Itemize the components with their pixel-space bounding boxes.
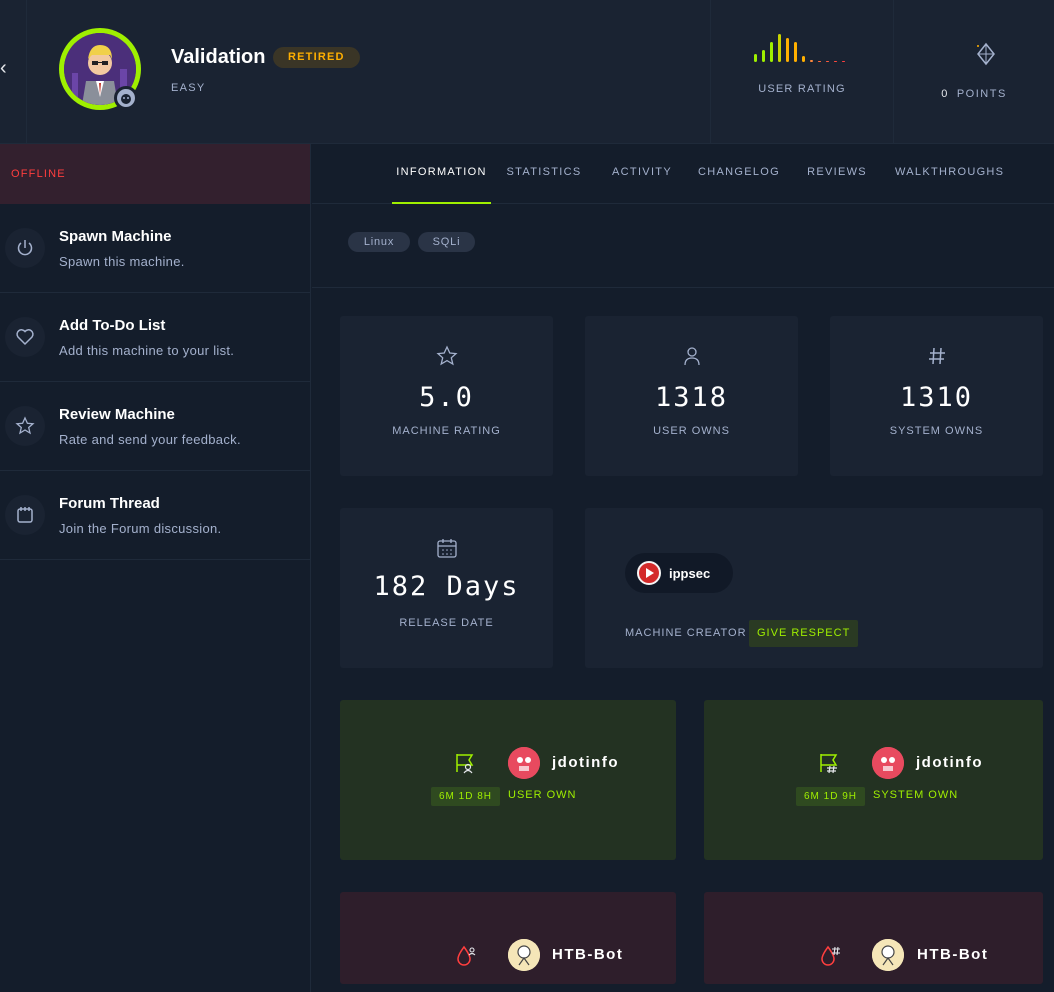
linux-os-icon [114, 86, 138, 110]
machine-tags: Linux SQLi [312, 204, 1054, 288]
header-divider [893, 0, 894, 144]
blood-drop-system-icon [820, 944, 842, 966]
tab-reviews[interactable]: REVIEWS [805, 144, 869, 204]
power-icon [5, 228, 45, 268]
tab-statistics[interactable]: STATISTICS [502, 144, 586, 204]
tab-changelog[interactable]: CHANGELOG [697, 144, 781, 204]
sidebar-item-subtitle: Join the Forum discussion. [59, 521, 222, 536]
heart-icon [5, 317, 45, 357]
creator-name: ippsec [669, 566, 711, 581]
tab-activity[interactable]: ACTIVITY [607, 144, 677, 204]
jdotinfo-avatar[interactable] [872, 747, 904, 779]
spawn-machine-button[interactable]: Spawn Machine Spawn this machine. [0, 204, 310, 293]
header-divider [710, 0, 711, 144]
sidebar-item-subtitle: Rate and send your feedback. [59, 432, 241, 447]
calendar-icon [435, 536, 459, 560]
rating-label: MACHINE RATING [392, 425, 501, 437]
blood-username[interactable]: jdotinfo [916, 754, 983, 771]
sidebar-item-title: Forum Thread [59, 495, 160, 512]
creator-profile-link[interactable]: ippsec [625, 553, 733, 593]
star-icon [5, 406, 45, 446]
release-label: RELEASE DATE [399, 617, 494, 629]
give-respect-button[interactable]: GIVE RESPECT [749, 620, 859, 647]
system-owns-label: SYSTEM OWNS [889, 425, 984, 437]
system-flag-icon [818, 752, 840, 774]
machine-status: OFFLINE [0, 144, 310, 204]
sidebar-item-title: Add To-Do List [59, 317, 166, 334]
user-blood-card: jdotinfo 6M 1D 8H USER OWN [340, 700, 676, 860]
points-diamond-icon [975, 42, 997, 66]
rating-value: 5.0 [419, 382, 474, 413]
tab-information[interactable]: INFORMATION [392, 144, 491, 204]
blood-time: 6M 1D 9H [796, 787, 866, 806]
creator-card: ippsec MACHINE CREATOR GIVE RESPECT [585, 508, 1043, 668]
review-machine-button[interactable]: Review Machine Rate and send your feedba… [0, 382, 310, 471]
sidebar-item-title: Review Machine [59, 406, 175, 423]
star-icon [435, 344, 459, 368]
retired-badge: RETIRED [273, 47, 360, 68]
header-divider [26, 0, 27, 144]
add-todo-button[interactable]: Add To-Do List Add this machine to your … [0, 293, 310, 382]
sidebar-item-title: Spawn Machine [59, 228, 172, 245]
blood-time: 6M 1D 8H [431, 787, 501, 806]
forum-thread-button[interactable]: Forum Thread Join the Forum discussion. [0, 471, 310, 560]
htb-bot-avatar[interactable] [508, 939, 540, 971]
machine-rating-card: 5.0 MACHINE RATING [340, 316, 553, 476]
difficulty-label: EASY [171, 82, 206, 94]
blood-username[interactable]: HTB-Bot [552, 946, 623, 963]
sidebar-item-subtitle: Add this machine to your list. [59, 343, 235, 358]
user-flag-icon [454, 752, 476, 774]
system-owns-card: 1310 SYSTEM OWNS [830, 316, 1043, 476]
points-value: 0 [941, 88, 949, 100]
machine-header: ‹ Validation RETIRED EASY USER RATING 0 … [0, 0, 1054, 144]
tag-sqli[interactable]: SQLi [418, 232, 475, 252]
forum-icon [5, 495, 45, 535]
points-label: POINTS [956, 88, 1007, 100]
user-blood-card: HTB-Bot [340, 892, 676, 984]
user-rating-label: USER RATING [758, 83, 846, 95]
creator-label: MACHINE CREATOR [625, 627, 747, 639]
system-owns-value: 1310 [899, 382, 974, 413]
tab-walkthroughs[interactable]: WALKTHROUGHS [895, 144, 1003, 204]
htb-bot-avatar[interactable] [872, 939, 904, 971]
blood-type: SYSTEM OWN [873, 789, 959, 801]
blood-username[interactable]: HTB-Bot [917, 946, 988, 963]
back-arrow-icon[interactable]: ‹ [0, 58, 12, 78]
points-display: 0 POINTS [894, 88, 1054, 100]
user-owns-card: 1318 USER OWNS [585, 316, 798, 476]
user-owns-label: USER OWNS [653, 425, 730, 437]
system-blood-card: jdotinfo 6M 1D 9H SYSTEM OWN [704, 700, 1043, 860]
sidebar-item-subtitle: Spawn this machine. [59, 254, 185, 269]
blood-drop-user-icon [456, 944, 478, 966]
machine-name: Validation [171, 46, 266, 68]
blood-type: USER OWN [508, 789, 577, 801]
machine-tabs: INFORMATION STATISTICS ACTIVITY CHANGELO… [312, 144, 1054, 204]
tag-linux[interactable]: Linux [348, 232, 410, 252]
jdotinfo-avatar[interactable] [508, 747, 540, 779]
user-icon [680, 344, 704, 368]
system-blood-card: HTB-Bot [704, 892, 1043, 984]
blood-username[interactable]: jdotinfo [552, 754, 619, 771]
release-date-card: 182 Days RELEASE DATE [340, 508, 553, 668]
hash-icon [925, 344, 949, 368]
machine-sidebar: OFFLINE Spawn Machine Spawn this machine… [0, 144, 311, 992]
user-owns-value: 1318 [654, 382, 729, 413]
user-rating-chart [754, 34, 854, 62]
release-value: 182 Days [373, 571, 520, 602]
creator-avatar [637, 561, 661, 585]
